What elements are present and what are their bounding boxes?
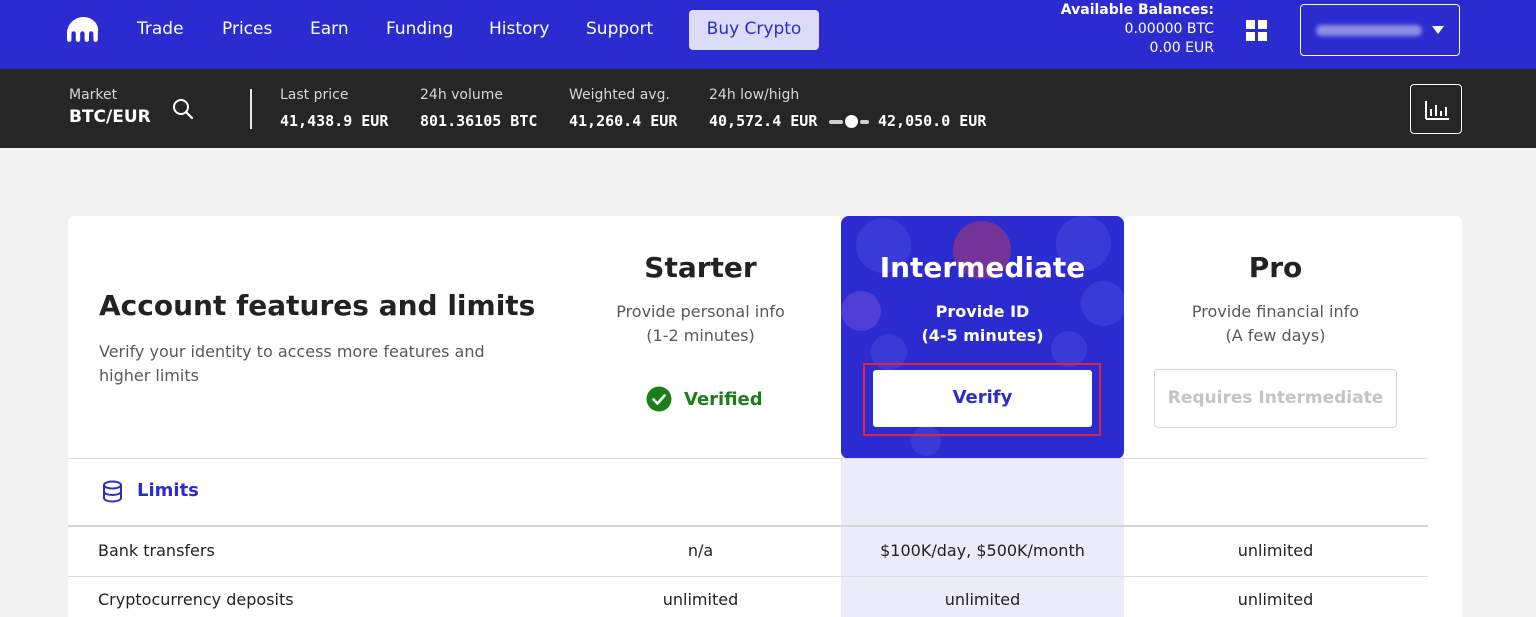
- divider: [68, 576, 1428, 577]
- tier-starter-name: Starter: [644, 251, 757, 284]
- divider: [68, 525, 1428, 527]
- last-price-value: 41,438.9 EUR: [280, 112, 389, 130]
- blurred-username: [1316, 25, 1422, 36]
- tier-pro-desc: Provide financial info (A few days): [1134, 300, 1417, 348]
- check-circle-icon: [646, 386, 672, 412]
- apps-grid-icon[interactable]: [1246, 20, 1267, 41]
- table-cell: unlimited: [1237, 541, 1314, 560]
- table-cell: unlimited: [944, 590, 1021, 609]
- balance-eur: 0.00 EUR: [1149, 40, 1214, 56]
- verify-button[interactable]: Verify: [873, 370, 1092, 427]
- low-value: 40,572.4 EUR: [709, 112, 818, 130]
- row-label-crypto-deposits: Cryptocurrency deposits: [98, 590, 294, 609]
- bar-chart-icon: [1425, 101, 1449, 120]
- nav-history[interactable]: History: [489, 18, 549, 40]
- tier-intermediate-desc-line2: (4-5 minutes): [921, 326, 1044, 345]
- tier-pro-name: Pro: [1248, 251, 1303, 284]
- volume-value: 801.36105 BTC: [420, 112, 538, 130]
- buy-crypto-button[interactable]: Buy Crypto: [689, 10, 819, 50]
- balance-btc: 0.00000 BTC: [1124, 21, 1214, 37]
- tier-starter-desc-line1: Provide personal info: [616, 302, 785, 321]
- chart-button[interactable]: [1410, 84, 1462, 134]
- nav-earn[interactable]: Earn: [310, 18, 349, 40]
- table-cell: unlimited: [1237, 590, 1314, 609]
- requires-intermediate-button[interactable]: Requires Intermediate: [1154, 369, 1397, 428]
- nav-funding[interactable]: Funding: [386, 18, 453, 40]
- account-dropdown[interactable]: [1300, 4, 1460, 56]
- tier-pro-desc-line2: (A few days): [1225, 326, 1326, 345]
- page-title: Account features and limits: [99, 289, 536, 322]
- table-cell: $100K/day, $500K/month: [880, 541, 1085, 560]
- table-cell: unlimited: [662, 590, 739, 609]
- market-label: Market: [69, 87, 118, 103]
- top-navigation: Trade Prices Earn Funding History Suppor…: [0, 0, 1536, 69]
- high-value: 42,050.0 EUR: [878, 112, 987, 130]
- nav-support[interactable]: Support: [586, 18, 653, 40]
- chevron-down-icon: [1432, 26, 1444, 34]
- tier-starter-desc: Provide personal info (1-2 minutes): [559, 300, 842, 348]
- divider: [68, 458, 1428, 459]
- tier-intermediate-desc-line1: Provide ID: [935, 302, 1030, 321]
- database-icon: [103, 480, 122, 503]
- last-price-label: Last price: [280, 87, 349, 103]
- tier-intermediate-name: Intermediate: [879, 251, 1086, 284]
- balances-title: Available Balances:: [1060, 2, 1214, 18]
- row-label-bank-transfers: Bank transfers: [98, 541, 215, 560]
- limits-section-title: Limits: [137, 480, 199, 501]
- nav-trade[interactable]: Trade: [137, 18, 184, 40]
- tier-intermediate-desc: Provide ID (4-5 minutes): [841, 300, 1124, 348]
- table-cell: n/a: [687, 541, 714, 560]
- volume-label: 24h volume: [420, 87, 504, 103]
- price-range-indicator: [829, 115, 871, 128]
- starter-verified-status: Verified: [646, 386, 763, 412]
- nav-prices[interactable]: Prices: [222, 18, 272, 40]
- market-info-bar: Market BTC/EUR Last price 41,438.9 EUR 2…: [0, 69, 1536, 148]
- kraken-logo-icon[interactable]: [67, 17, 100, 42]
- verified-label: Verified: [684, 388, 763, 410]
- weighted-avg-value: 41,260.4 EUR: [569, 112, 678, 130]
- market-pair[interactable]: BTC/EUR: [69, 107, 151, 127]
- search-icon[interactable]: [172, 98, 194, 120]
- tier-starter-desc-line2: (1-2 minutes): [646, 326, 755, 345]
- divider: [250, 89, 252, 129]
- tier-pro-desc-line1: Provide financial info: [1191, 302, 1360, 321]
- low-high-label: 24h low/high: [709, 87, 800, 103]
- weighted-avg-label: Weighted avg.: [569, 87, 670, 103]
- page-subtitle: Verify your identity to access more feat…: [99, 342, 485, 385]
- available-balances: Available Balances: 0.00000 BTC 0.00 EUR: [1061, 1, 1214, 58]
